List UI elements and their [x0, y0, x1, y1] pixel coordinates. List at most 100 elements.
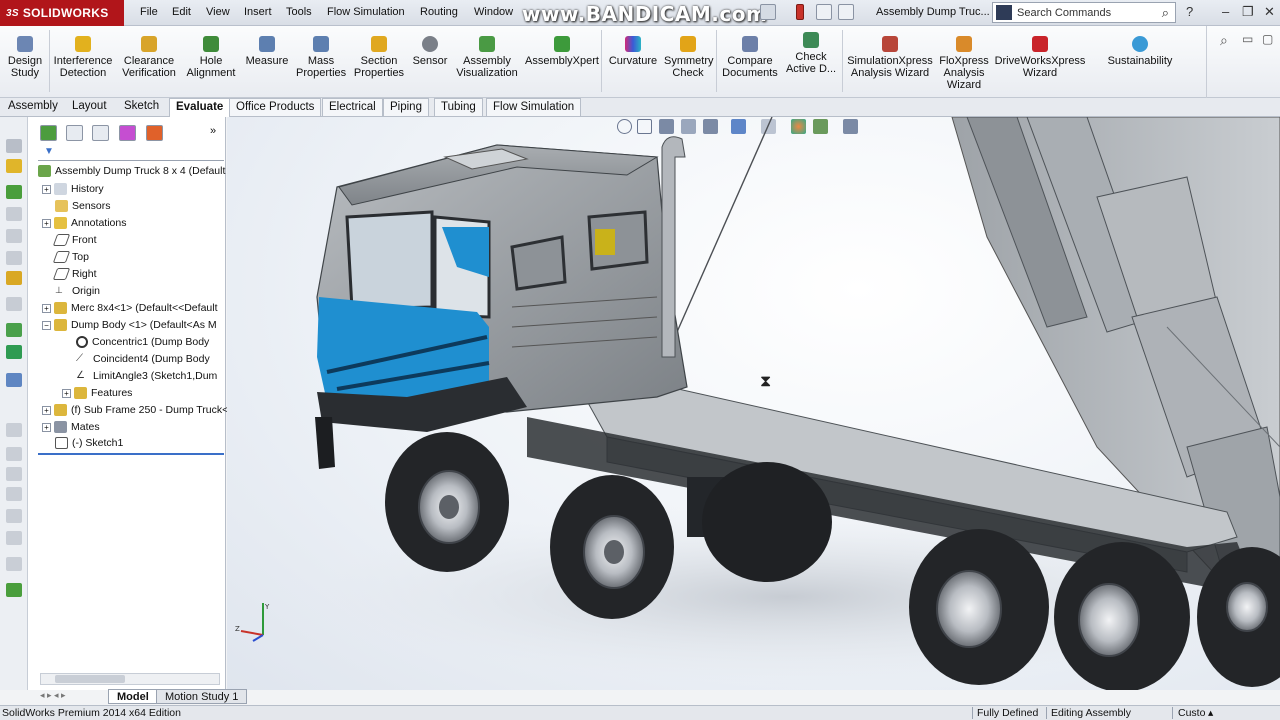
- panel-close-icon[interactable]: ▢: [1262, 32, 1273, 46]
- tree-node-sketch1[interactable]: (-) Sketch1: [55, 437, 123, 450]
- unit-system-selector[interactable]: Custo: [1178, 707, 1205, 719]
- search-icon[interactable]: ⌕: [1162, 5, 1169, 21]
- tree-node-features[interactable]: + Features: [62, 387, 132, 400]
- toolbar-icon[interactable]: [6, 373, 22, 387]
- tab-layout[interactable]: Layout: [66, 98, 113, 117]
- tree-node-concentric1[interactable]: Concentric1 (Dump Body: [76, 336, 209, 349]
- toolbar-icon[interactable]: [6, 139, 22, 153]
- filter-icon[interactable]: ▼: [44, 146, 54, 157]
- select-arrow-icon[interactable]: [760, 4, 776, 20]
- toolbar-icon[interactable]: [6, 467, 22, 481]
- toolbar-icon[interactable]: [6, 423, 22, 437]
- display-manager-tab-icon[interactable]: [146, 125, 163, 141]
- section-properties-button[interactable]: Section Properties: [352, 36, 406, 79]
- tree-node-origin[interactable]: ⊥ Origin: [55, 285, 100, 297]
- menu-window[interactable]: Window: [474, 6, 513, 18]
- menu-tools[interactable]: Tools: [286, 6, 312, 18]
- tab-evaluate[interactable]: Evaluate: [169, 98, 231, 117]
- tab-motion-study[interactable]: Motion Study 1: [156, 689, 248, 704]
- toolbar-icon[interactable]: [6, 531, 22, 545]
- scroll-thumb[interactable]: [55, 675, 125, 683]
- tree-node-front-plane[interactable]: Front: [52, 234, 97, 247]
- menu-edit[interactable]: Edit: [172, 6, 191, 18]
- floxpress-button[interactable]: FloXpress Analysis Wizard: [938, 36, 990, 91]
- expand-icon[interactable]: +: [42, 184, 51, 194]
- hydraulic-cylinder[interactable]: [676, 117, 773, 333]
- graphics-area[interactable]: ▭ ▭: [227, 117, 1280, 690]
- truck-model-view[interactable]: [227, 117, 1280, 690]
- simulationxpress-button[interactable]: SimulationXpress Analysis Wizard: [846, 36, 934, 79]
- sustainability-button[interactable]: Sustainability: [1102, 36, 1178, 67]
- tab-tubing[interactable]: Tubing: [434, 98, 483, 117]
- expand-panel-icon[interactable]: »: [210, 125, 216, 137]
- driveworksxpress-button[interactable]: DriveWorksXpress Wizard: [994, 36, 1086, 79]
- property-manager-tab-icon[interactable]: [66, 125, 83, 141]
- configuration-manager-tab-icon[interactable]: [92, 125, 109, 141]
- view-search-icon[interactable]: ⌕: [1220, 32, 1228, 49]
- toolbar-icon[interactable]: [6, 207, 22, 221]
- tab-sketch[interactable]: Sketch: [118, 98, 165, 117]
- dimxpert-tab-icon[interactable]: [119, 125, 136, 141]
- feature-manager-tab-icon[interactable]: [40, 125, 57, 141]
- menu-routing[interactable]: Routing: [420, 6, 458, 18]
- rear-wheel-1[interactable]: [909, 529, 1049, 685]
- toolbar-icon[interactable]: [6, 487, 22, 501]
- tree-node-sub-frame[interactable]: + (f) Sub Frame 250 - Dump Truck<: [42, 404, 228, 417]
- clearance-verification-button[interactable]: Clearance Verification: [118, 36, 180, 79]
- tab-model[interactable]: Model: [108, 689, 158, 704]
- toolbar-icon[interactable]: [6, 229, 22, 243]
- menu-view[interactable]: View: [206, 6, 230, 18]
- rollback-bar[interactable]: [38, 453, 224, 455]
- tree-filter[interactable]: ▼: [38, 146, 224, 161]
- minimize-icon[interactable]: –: [1222, 4, 1229, 19]
- status-help-icon[interactable]: ▴: [1208, 707, 1213, 719]
- options-icon[interactable]: [838, 4, 854, 20]
- tab-assembly[interactable]: Assembly: [2, 98, 64, 117]
- tree-root-assembly[interactable]: Assembly Dump Truck 8 x 4 (Default: [38, 165, 225, 178]
- panel-toggle-icon[interactable]: ▭: [1242, 32, 1253, 46]
- assembly-visualization-button[interactable]: Assembly Visualization: [454, 36, 520, 79]
- tree-node-dump-body[interactable]: − Dump Body <1> (Default<As M: [42, 319, 217, 332]
- expand-icon[interactable]: +: [62, 388, 71, 398]
- front-wheel-1[interactable]: [385, 432, 509, 572]
- tree-node-coincident4[interactable]: ⟋ Coincident4 (Dump Body: [76, 353, 210, 365]
- menu-flow-simulation[interactable]: Flow Simulation: [327, 6, 405, 18]
- curvature-button[interactable]: Curvature: [606, 36, 660, 67]
- help-icon[interactable]: ?: [1186, 4, 1193, 19]
- expand-icon[interactable]: +: [42, 405, 51, 415]
- mass-properties-button[interactable]: Mass Properties: [296, 36, 346, 79]
- tree-node-merc-8x4[interactable]: + Merc 8x4<1> (Default<<Default: [42, 302, 218, 315]
- interference-detection-button[interactable]: Interference Detection: [52, 36, 114, 79]
- solidworks-logo[interactable]: 3S SOLIDWORKS: [0, 0, 124, 26]
- tree-node-right-plane[interactable]: Right: [52, 268, 97, 281]
- toolbar-icon[interactable]: [6, 345, 22, 359]
- tab-scroll-icons[interactable]: ◂ ▸ ◂ ▸: [40, 690, 66, 701]
- tree-node-mates[interactable]: + Mates: [42, 421, 100, 434]
- toolbar-icon[interactable]: [6, 251, 22, 265]
- tab-flow-simulation[interactable]: Flow Simulation: [486, 98, 582, 117]
- search-input[interactable]: Search Commands: [1017, 7, 1111, 19]
- spare-wheel[interactable]: [702, 462, 832, 582]
- sensor-button[interactable]: Sensor: [411, 36, 449, 67]
- expand-icon[interactable]: +: [42, 422, 51, 432]
- assemblyxpert-button[interactable]: AssemblyXpert: [525, 36, 599, 67]
- toolbar-icon[interactable]: [6, 447, 22, 461]
- toolbar-icon[interactable]: [6, 509, 22, 523]
- rear-wheel-2[interactable]: [1054, 542, 1190, 690]
- front-wheel-2[interactable]: [550, 475, 674, 619]
- menu-insert[interactable]: Insert: [244, 6, 272, 18]
- rebuild-icon[interactable]: [796, 4, 804, 20]
- toolbar-icon[interactable]: [6, 583, 22, 597]
- toolbar-icon[interactable]: [6, 271, 22, 285]
- toolbar-icon[interactable]: [6, 557, 22, 571]
- expand-icon[interactable]: +: [42, 303, 51, 313]
- toolbar-icon[interactable]: [6, 185, 22, 199]
- collapse-icon[interactable]: −: [42, 320, 51, 330]
- tab-office-products[interactable]: Office Products: [229, 98, 322, 117]
- tree-node-sensors[interactable]: Sensors: [55, 200, 111, 213]
- menu-file[interactable]: File: [140, 6, 158, 18]
- close-icon[interactable]: ✕: [1264, 4, 1275, 20]
- toolbar-icon[interactable]: [6, 323, 22, 337]
- tree-node-annotations[interactable]: + Annotations: [42, 217, 126, 230]
- tab-piping[interactable]: Piping: [383, 98, 429, 117]
